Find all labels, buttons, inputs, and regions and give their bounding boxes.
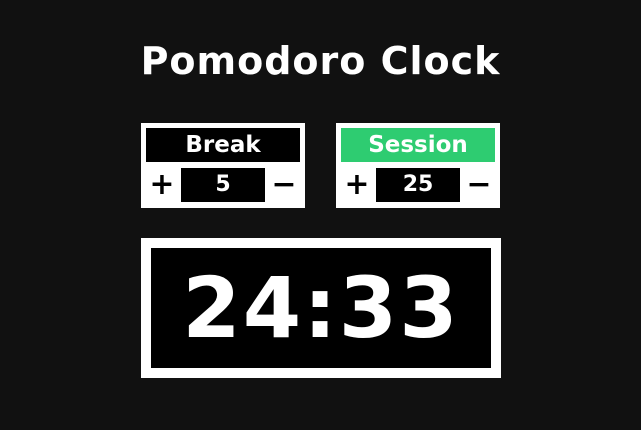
session-label: Session	[341, 128, 495, 162]
break-decrement-button[interactable]: −	[269, 168, 299, 202]
break-increment-button[interactable]: +	[147, 168, 177, 202]
session-length-value: 25	[376, 168, 460, 202]
break-label: Break	[146, 128, 300, 162]
break-control: Break + 5 −	[141, 123, 305, 208]
timer-display[interactable]: 24:33	[141, 238, 501, 378]
timer-time: 24:33	[151, 248, 491, 368]
session-decrement-button[interactable]: −	[464, 168, 494, 202]
app-title: Pomodoro Clock	[140, 39, 501, 83]
break-length-value: 5	[181, 168, 265, 202]
session-increment-button[interactable]: +	[342, 168, 372, 202]
session-control: Session + 25 −	[336, 123, 500, 208]
